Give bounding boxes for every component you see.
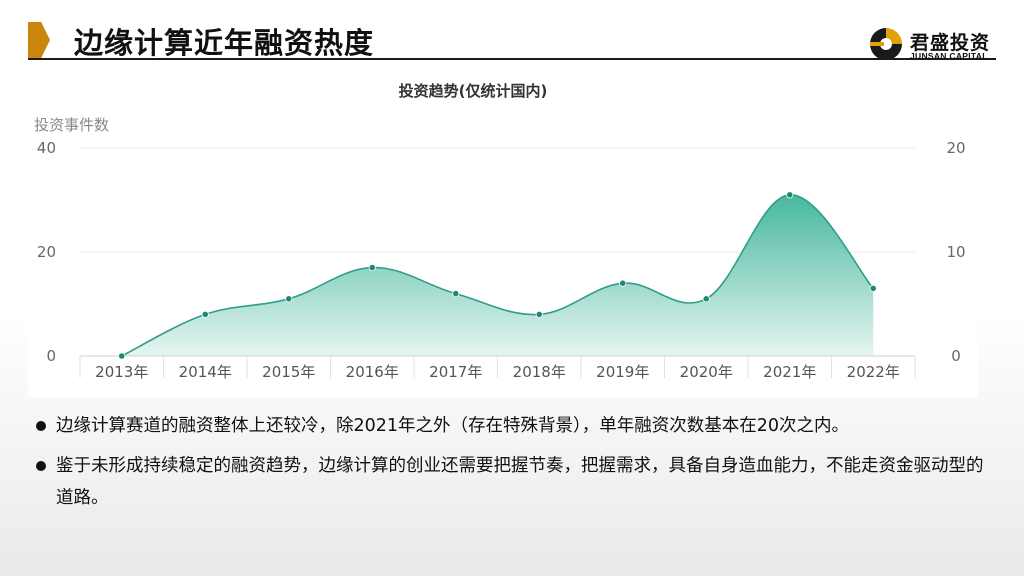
- x-tick-label: 2014年: [179, 363, 232, 381]
- investment-trend-chart: 投资趋势(仅统计国内) 投资事件数 0 20 40 0 10 20 2013年 2014年 20…: [28, 72, 978, 397]
- x-tick-label: 2021年: [763, 363, 816, 381]
- data-point: [201, 310, 209, 318]
- data-point: [535, 310, 543, 318]
- bullet-dot-icon: [36, 421, 46, 431]
- data-point: [702, 295, 710, 303]
- x-tick-label: 2018年: [513, 363, 566, 381]
- y2-tick-label: 10: [946, 243, 965, 261]
- data-point: [619, 279, 627, 287]
- chart-svg: 投资趋势(仅统计国内) 投资事件数 0 20 40 0 10 20 2013年 2014年 20…: [34, 82, 966, 381]
- series-area-fill: [121, 194, 874, 356]
- logo-name-en: JUNSAN CAPITAL: [910, 51, 988, 61]
- y-tick-label: 40: [37, 139, 56, 157]
- y-tick-label: 0: [46, 347, 56, 365]
- y2-tick-label: 0: [951, 347, 961, 365]
- y-axis-label: 投资事件数: [34, 116, 109, 134]
- data-point: [452, 290, 460, 298]
- chart-title: 投资趋势(仅统计国内): [399, 82, 548, 100]
- x-tick-label: 2016年: [346, 363, 399, 381]
- y-tick-label: 20: [37, 243, 56, 261]
- company-logo: 君盛投资 JUNSAN CAPITAL: [868, 26, 998, 66]
- bullet-text: 边缘计算赛道的融资整体上还较冷，除2021年之外（存在特殊背景），单年融资次数基…: [56, 416, 850, 436]
- data-point: [285, 295, 293, 303]
- junsan-logo-icon: [870, 28, 902, 60]
- x-tick-label: 2013年: [95, 363, 148, 381]
- x-tick-label: 2020年: [680, 363, 733, 381]
- title-marker: [28, 22, 50, 58]
- x-tick-label: 2017年: [429, 363, 482, 381]
- title-divider: [28, 58, 996, 60]
- data-point: [368, 264, 376, 272]
- bullet-text: 鉴于未形成持续稳定的融资趋势，边缘计算的创业还需要把握节奏，把握需求，具备自身造…: [56, 456, 984, 508]
- x-tick-label: 2022年: [847, 363, 900, 381]
- x-tick-label: 2015年: [262, 363, 315, 381]
- data-point: [786, 191, 794, 199]
- bullet-item: 鉴于未形成持续稳定的融资趋势，边缘计算的创业还需要把握节奏，把握需求，具备自身造…: [36, 450, 996, 514]
- y2-tick-label: 20: [946, 139, 965, 157]
- data-point: [118, 352, 126, 360]
- bullet-dot-icon: [36, 461, 46, 471]
- data-point: [869, 284, 877, 292]
- page-title: 边缘计算近年融资热度: [74, 26, 375, 60]
- bullet-item: 边缘计算赛道的融资整体上还较冷，除2021年之外（存在特殊背景），单年融资次数基…: [36, 410, 996, 442]
- x-tick-label: 2019年: [596, 363, 649, 381]
- summary-bullets: 边缘计算赛道的融资整体上还较冷，除2021年之外（存在特殊背景），单年融资次数基…: [36, 410, 996, 522]
